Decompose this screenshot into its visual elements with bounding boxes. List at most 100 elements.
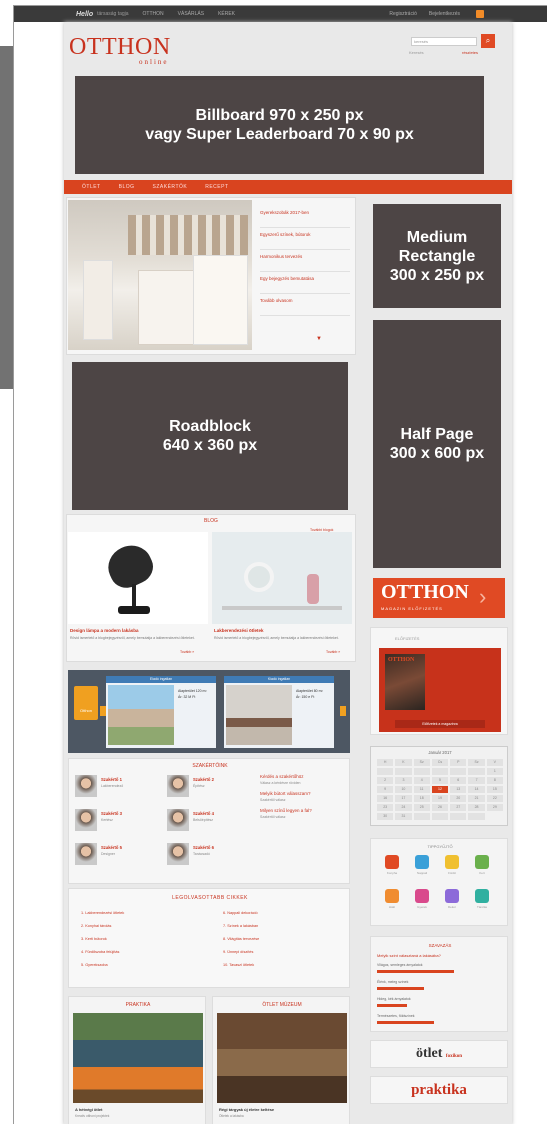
most-read-item[interactable]: 3. Kerti bútorok [81,937,107,941]
calendar-day[interactable]: 27 [450,804,467,811]
tip-category-icon[interactable] [445,889,459,903]
calendar-day[interactable]: 1 [486,768,503,775]
calendar-day[interactable]: 9 [377,786,394,793]
property-card-2[interactable]: Kiadó ingatlan Alapterület 80 m² Ár: 150… [224,676,334,748]
tip-category-icon[interactable] [415,889,429,903]
featured-item[interactable]: Tovább olvasom [260,294,350,316]
featured-item[interactable]: Egy bejegyzés bemutatása [260,272,350,294]
calendar-day[interactable]: P [450,759,467,766]
calendar-day[interactable]: H [377,759,394,766]
blog-thumbnail-lamp[interactable] [68,532,208,624]
calendar-day[interactable]: 15 [486,786,503,793]
praktika-card[interactable]: PRAKTIKA A hétvégi ötlet Kreatív otthoni… [68,996,206,1124]
subscribe-button[interactable]: Előfizetek a magazinra [395,720,485,728]
calendar-day[interactable]: 22 [486,795,503,802]
calendar-day[interactable]: Sz [468,759,485,766]
otlet-partner-box[interactable]: ötlet foxikon [370,1040,508,1068]
calendar-day[interactable]: 12 [431,786,449,793]
half-page-ad[interactable]: Half Page 300 x 600 px [373,320,501,568]
featured-image[interactable] [68,200,252,350]
featured-item[interactable]: Harmonikus tervezés [260,250,350,272]
calendar-day[interactable]: 4 [413,777,430,784]
expert-name[interactable]: Szakértő 1 [101,777,122,782]
poll-option[interactable]: Élénk, meleg színek [377,980,501,984]
otlet-museum-caption[interactable]: Régi tárgyak új életre keltése [219,1107,274,1112]
calendar-day[interactable]: 30 [377,813,394,820]
poll-option[interactable]: Természetes, földszínek [377,1014,501,1018]
expert-card[interactable]: Szakértő 6 Tanácsadó [167,843,255,869]
tip-category-icon[interactable] [475,889,489,903]
calendar-day[interactable]: 11 [413,786,430,793]
search-input[interactable]: keresés [411,37,477,46]
calendar-day[interactable]: K [395,759,412,766]
calendar-day[interactable]: 19 [431,795,449,802]
praktika-partner-box[interactable]: praktika [370,1076,508,1104]
blog-item2-title[interactable]: Lakberendezési ötletek [214,628,264,633]
network-logo[interactable]: Hello [76,11,93,18]
login-link[interactable]: Bejelentkezés [429,11,460,17]
calendar-day[interactable]: 21 [468,795,485,802]
advanced-search-link[interactable]: részletes [462,50,478,55]
calendar-day[interactable]: 26 [431,804,449,811]
calendar-day[interactable]: 13 [450,786,467,793]
expert-name[interactable]: Szakértő 2 [193,777,214,782]
nav-item-szakertok[interactable]: SZAKÉRTŐK [153,184,188,190]
billboard-ad[interactable]: Billboard 970 x 250 px vagy Super Leader… [75,76,484,174]
calendar-day[interactable]: 17 [395,795,412,802]
otlet-museum-card[interactable]: ÖTLET MÚZEUM Régi tárgyak új életre kelt… [212,996,350,1124]
calendar-day[interactable]: 7 [468,777,485,784]
site-logo[interactable]: OTTHON [69,34,171,61]
expert-card[interactable]: Szakértő 2 Építész [167,775,255,801]
calendar-day[interactable]: 2 [377,777,394,784]
calendar-day[interactable]: 6 [450,777,467,784]
expert-card[interactable]: Szakértő 1 Lakberendező [75,775,163,801]
top-link-1[interactable]: OTTHON [143,11,164,17]
tip-category-icon[interactable] [475,855,489,869]
blog-item1-title[interactable]: Design lámpa a modern lakásba [70,628,139,633]
expert-card[interactable]: Szakértő 5 Designer [75,843,163,869]
expert-card[interactable]: Szakértő 3 Kertész [75,809,163,835]
magazine-cover-image[interactable]: OTTHON [385,654,425,710]
calendar-day[interactable]: 20 [450,795,467,802]
carousel-prev-arrow[interactable] [100,706,106,716]
blog-item2-more[interactable]: Tovább » [326,650,340,654]
search-button[interactable]: ⌕ [481,34,495,48]
praktika-card-caption[interactable]: A hétvégi ötlet [75,1107,102,1112]
calendar-day[interactable]: 18 [413,795,430,802]
calendar-day[interactable]: 31 [395,813,412,820]
poll-option[interactable]: Világos, semleges árnyalatok [377,963,501,967]
most-read-item[interactable]: 6. Nappali dekoráció [223,911,258,915]
featured-item[interactable]: Egyszerű színek, bútorok [260,228,350,250]
question-link[interactable]: Milyen színű legyen a fal? [260,808,344,813]
property-card-1[interactable]: Eladó ingatlan Alapterület 120 m² Ár: 32… [106,676,216,748]
nav-item-recept[interactable]: RECEPT [205,184,228,190]
most-read-item[interactable]: 1. Lakberendezési ötletek [81,911,124,915]
calendar-day[interactable]: 25 [413,804,430,811]
otthon-subscribe-banner[interactable]: OTTHON MAGAZIN ELŐFIZETÉS › [373,578,505,618]
top-link-2[interactable]: VÁSÁRLÁS [178,11,204,17]
nav-item-otlet[interactable]: ÖTLET [82,184,101,190]
expert-name[interactable]: Szakértő 3 [101,811,122,816]
calendar-day[interactable]: Sz [413,759,430,766]
nav-item-blog[interactable]: BLOG [119,184,135,190]
calendar-day[interactable]: 8 [486,777,503,784]
expert-name[interactable]: Szakértő 4 [193,811,214,816]
medium-rectangle-ad[interactable]: Medium Rectangle 300 x 250 px [373,204,501,308]
most-read-item[interactable]: 2. Konyhai tárolás [81,924,111,928]
expert-card[interactable]: Szakértő 4 Belsőépítész [167,809,255,835]
most-read-item[interactable]: 8. Világítás tervezése [223,937,259,941]
rss-icon[interactable] [476,10,484,18]
blog-item1-more[interactable]: Tovább » [180,650,194,654]
calendar-day[interactable]: 23 [377,804,394,811]
most-read-item[interactable]: 7. Színek a lakásban [223,924,258,928]
carousel-next-arrow[interactable] [340,706,346,716]
calendar-day[interactable]: 29 [486,804,503,811]
calendar-day[interactable]: Cs [431,759,449,766]
featured-item[interactable]: Gyerekszobák 2017-ben [260,206,350,228]
carousel-logo[interactable]: Otthon [74,686,98,720]
calendar-day[interactable]: 16 [377,795,394,802]
calendar-day[interactable]: V [486,759,503,766]
roadblock-ad[interactable]: Roadblock 640 x 360 px [72,362,348,510]
tip-category-icon[interactable] [385,855,399,869]
most-read-item[interactable]: 5. Gyerekszoba [81,963,108,967]
